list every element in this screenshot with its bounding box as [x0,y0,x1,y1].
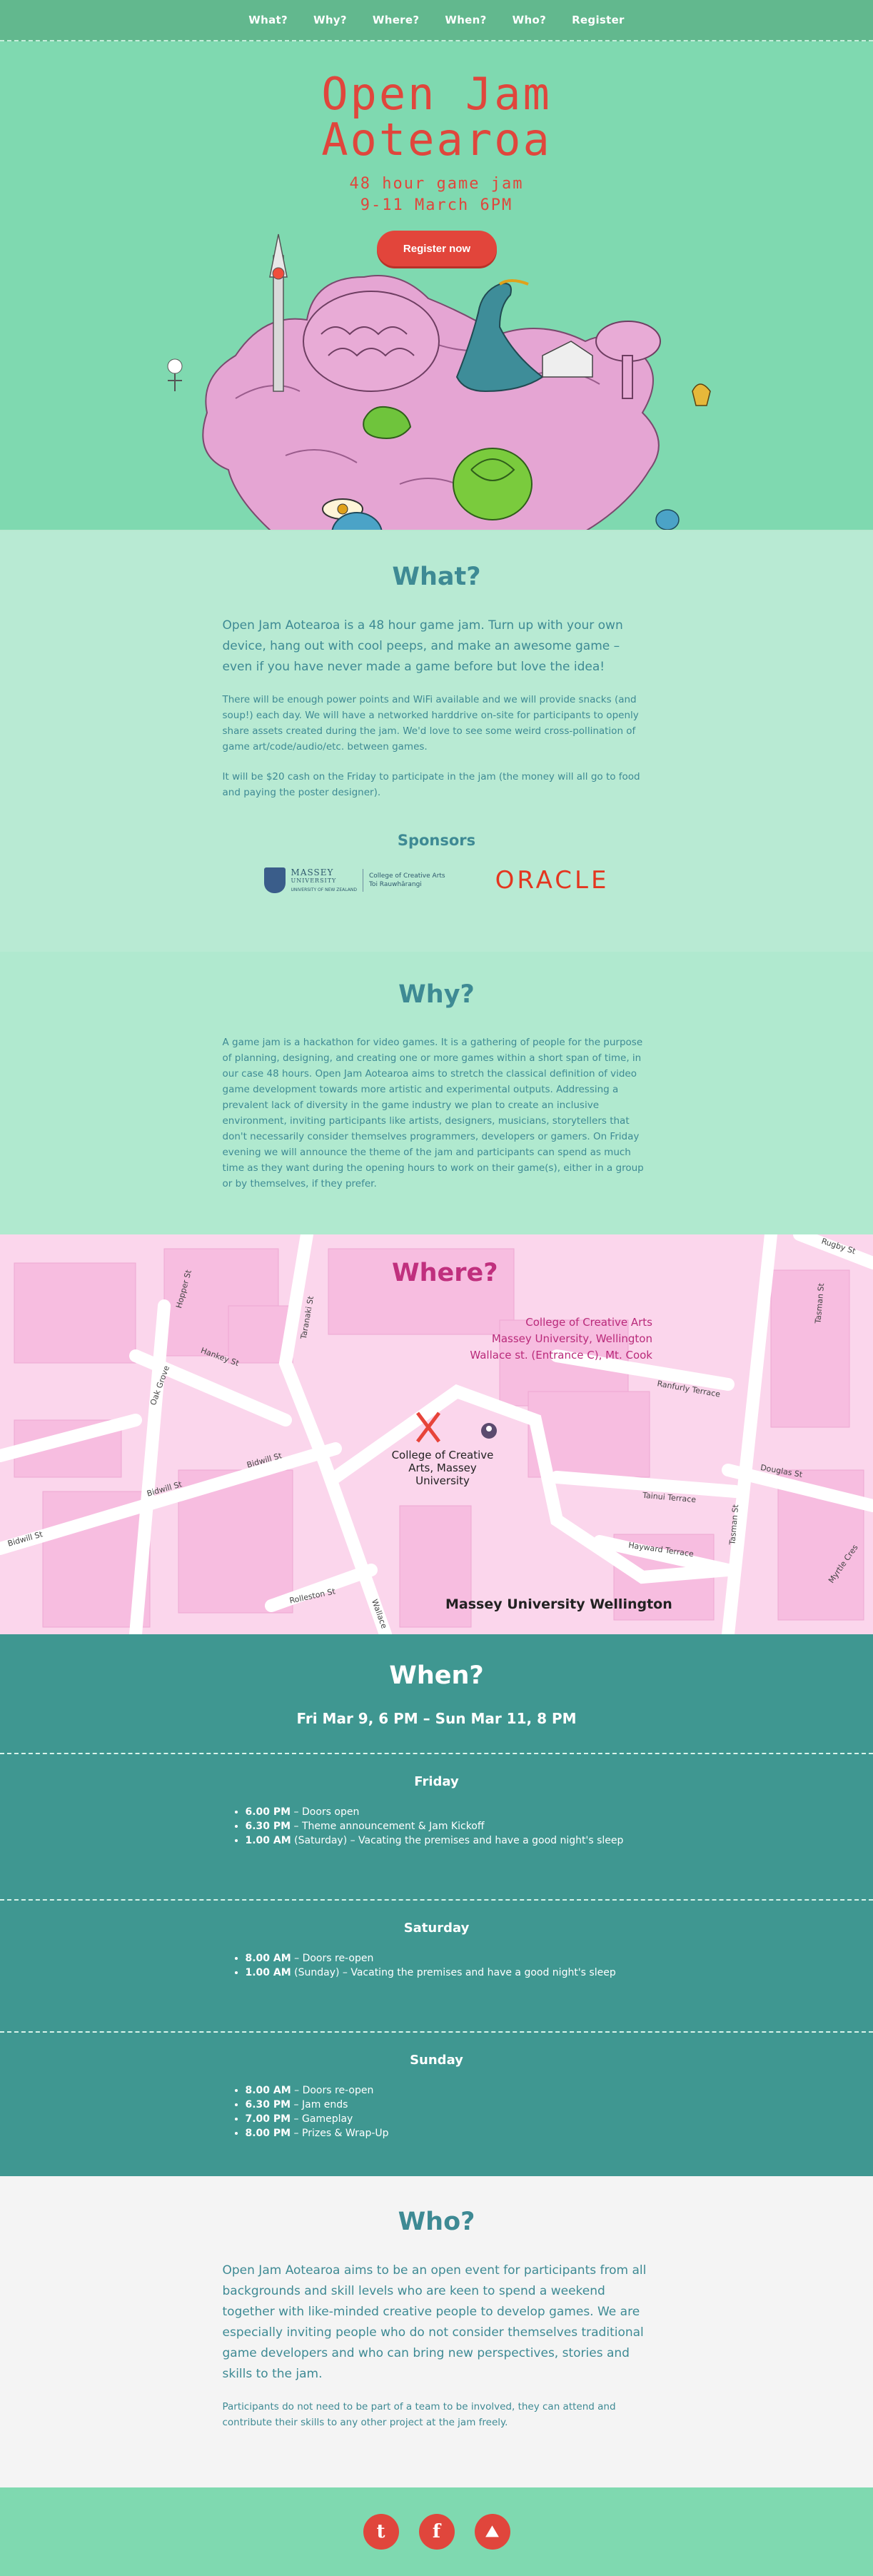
schedule-text: – Gameplay [291,2113,353,2125]
where-section: Where? College of Creative Arts Massey U… [0,1234,873,1634]
massey-name-2: UNIVERSITY [291,877,337,884]
schedule-list: 6.00 PM – Doors open 6.30 PM – Theme ann… [223,1805,651,1848]
schedule-text: (Saturday) – Vacating the premises and h… [291,1835,624,1846]
sponsors-row: MASSEY UNIVERSITY UNIVERSITY OF NEW ZEAL… [0,866,873,895]
what-paragraph-1: There will be enough power points and Wi… [222,694,639,753]
why-section: Why? A game jam is a hackathon for video… [0,952,873,1234]
nav-why[interactable]: Why? [313,14,347,26]
schedule-item: 1.00 AM (Sunday) – Vacating the premises… [246,1966,651,1980]
what-title: What? [392,563,481,591]
massey-cca: College of Creative Arts Toi Rauwhārangi [369,872,445,889]
day-title: Friday [414,1774,459,1789]
why-paragraph: A game jam is a hackathon for video game… [222,1037,644,1189]
where-address-line-1: College of Creative Arts [525,1316,652,1329]
massey-wordmark: MASSEY UNIVERSITY UNIVERSITY OF NEW ZEAL… [291,868,357,892]
schedule-item: 8.00 AM – Doors re-open [246,2083,651,2098]
schedule-friday: Friday 6.00 PM – Doors open 6.30 PM – Th… [0,1753,873,1873]
schedule-item: 6.00 PM – Doors open [246,1805,651,1819]
schedule-text: (Sunday) – Vacating the premises and hav… [291,1967,616,1978]
nav-what[interactable]: What? [248,14,288,26]
map-pin-icon [481,1423,497,1439]
schedule-item: 6.30 PM – Jam ends [246,2098,651,2112]
massey-logo[interactable]: MASSEY UNIVERSITY UNIVERSITY OF NEW ZEAL… [263,867,445,893]
schedule-time: 7.00 PM [245,2113,291,2125]
schedule-text: – Doors open [291,1806,360,1818]
when-date-range: Fri Mar 9, 6 PM – Sun Mar 11, 8 PM [296,1710,577,1727]
who-lead: Open Jam Aotearoa aims to be an open eve… [222,2263,647,2381]
day-title: Saturday [403,1921,470,1936]
why-title: Why? [398,980,475,1009]
day-title: Sunday [410,2053,463,2068]
oracle-logo[interactable]: ORACLE [495,866,610,895]
map-massey-label: Massey University Wellington [445,1596,672,1612]
where-title: Where? [392,1259,498,1287]
nav-who[interactable]: Who? [513,14,546,26]
hero-title-line-1: Open Jam [321,68,552,120]
schedule-text: – Theme announcement & Jam Kickoff [291,1821,485,1832]
schedule-time: 6.30 PM [245,2099,291,2110]
schedule-text: – Jam ends [291,2099,348,2110]
schedule-list: 8.00 AM – Doors re-open 6.30 PM – Jam en… [223,2083,651,2140]
map-pin-label: College of Creative Arts, Massey Univers… [391,1449,494,1487]
schedule-text: – Prizes & Wrap-Up [291,2128,389,2139]
massey-name: MASSEY [291,867,334,877]
schedule-time: 8.00 PM [245,2128,291,2139]
where-address-line-2: Massey University, Wellington [491,1332,652,1345]
schedule-time: 6.30 PM [245,1821,291,1832]
facebook-icon[interactable]: f [418,2514,455,2550]
hero-subtitle-line-2: 9-11 March 6PM [360,196,513,214]
hero-title-line-2: Aotearoa [321,114,552,166]
massey-crest-icon [263,867,286,893]
schedule-item: 8.00 PM – Prizes & Wrap-Up [246,2126,651,2140]
itch-icon[interactable]: ⛰ [474,2514,510,2550]
when-title: When? [389,1661,484,1690]
schedule-saturday: Saturday 8.00 AM – Doors re-open 1.00 AM… [0,1899,873,2006]
map[interactable] [0,1234,873,1634]
schedule-text: – Doors re-open [291,2085,374,2096]
schedule-item: 1.00 AM (Saturday) – Vacating the premis… [246,1833,651,1848]
hero: Open Jam Aotearoa 48 hour game jam 9-11 … [0,41,873,531]
schedule-time: 8.00 AM [245,2085,291,2096]
schedule-list: 8.00 AM – Doors re-open 1.00 AM (Sunday)… [223,1951,651,1980]
schedule-time: 1.00 AM [245,1967,291,1978]
hero-subtitle: 48 hour game jam 9-11 March 6PM [0,173,873,216]
massey-tagline: UNIVERSITY OF NEW ZEALAND [291,887,357,892]
nav-where[interactable]: Where? [373,14,419,26]
tumblr-icon[interactable]: t [363,2514,399,2550]
schedule-text: – Doors re-open [291,1953,374,1964]
who-paragraph: Participants do not need to be part of a… [222,2401,616,2428]
what-section: What? Open Jam Aotearoa is a 48 hour gam… [0,531,873,952]
where-address: College of Creative Arts Massey Universi… [470,1314,652,1364]
schedule-item: 8.00 AM – Doors re-open [246,1951,651,1966]
what-paragraph-2: It will be $20 cash on the Friday to par… [222,771,640,798]
schedule-time: 1.00 AM [245,1835,291,1846]
nav-when[interactable]: When? [445,14,486,26]
hero-subtitle-line-1: 48 hour game jam [349,175,524,193]
schedule-item: 7.00 PM – Gameplay [246,2112,651,2126]
massey-cca-line-2: Toi Rauwhārangi [368,881,422,888]
register-now-button[interactable]: Register now [377,231,497,266]
schedule-sunday: Sunday 8.00 AM – Doors re-open 6.30 PM –… [0,2031,873,2148]
massey-cca-line-1: College of Creative Arts [368,872,445,880]
where-address-line-3: Wallace st. (Entrance C), Mt. Cook [470,1349,652,1362]
hero-title: Open Jam Aotearoa [0,71,873,163]
who-section: Who? Open Jam Aotearoa aims to be an ope… [0,2176,873,2487]
what-lead: Open Jam Aotearoa is a 48 hour game jam.… [222,618,623,674]
schedule-item: 6.30 PM – Theme announcement & Jam Kicko… [246,1819,651,1833]
sponsors-title: Sponsors [397,832,476,849]
schedule-time: 6.00 PM [245,1806,291,1818]
top-nav: What? Why? Where? When? Who? Register [0,0,873,41]
footer: t f ⛰ [0,2487,873,2576]
who-title: Who? [398,2208,475,2236]
when-section: When? Fri Mar 9, 6 PM – Sun Mar 11, 8 PM… [0,1634,873,2176]
nav-register[interactable]: Register [572,14,625,26]
schedule-time: 8.00 AM [245,1953,291,1964]
